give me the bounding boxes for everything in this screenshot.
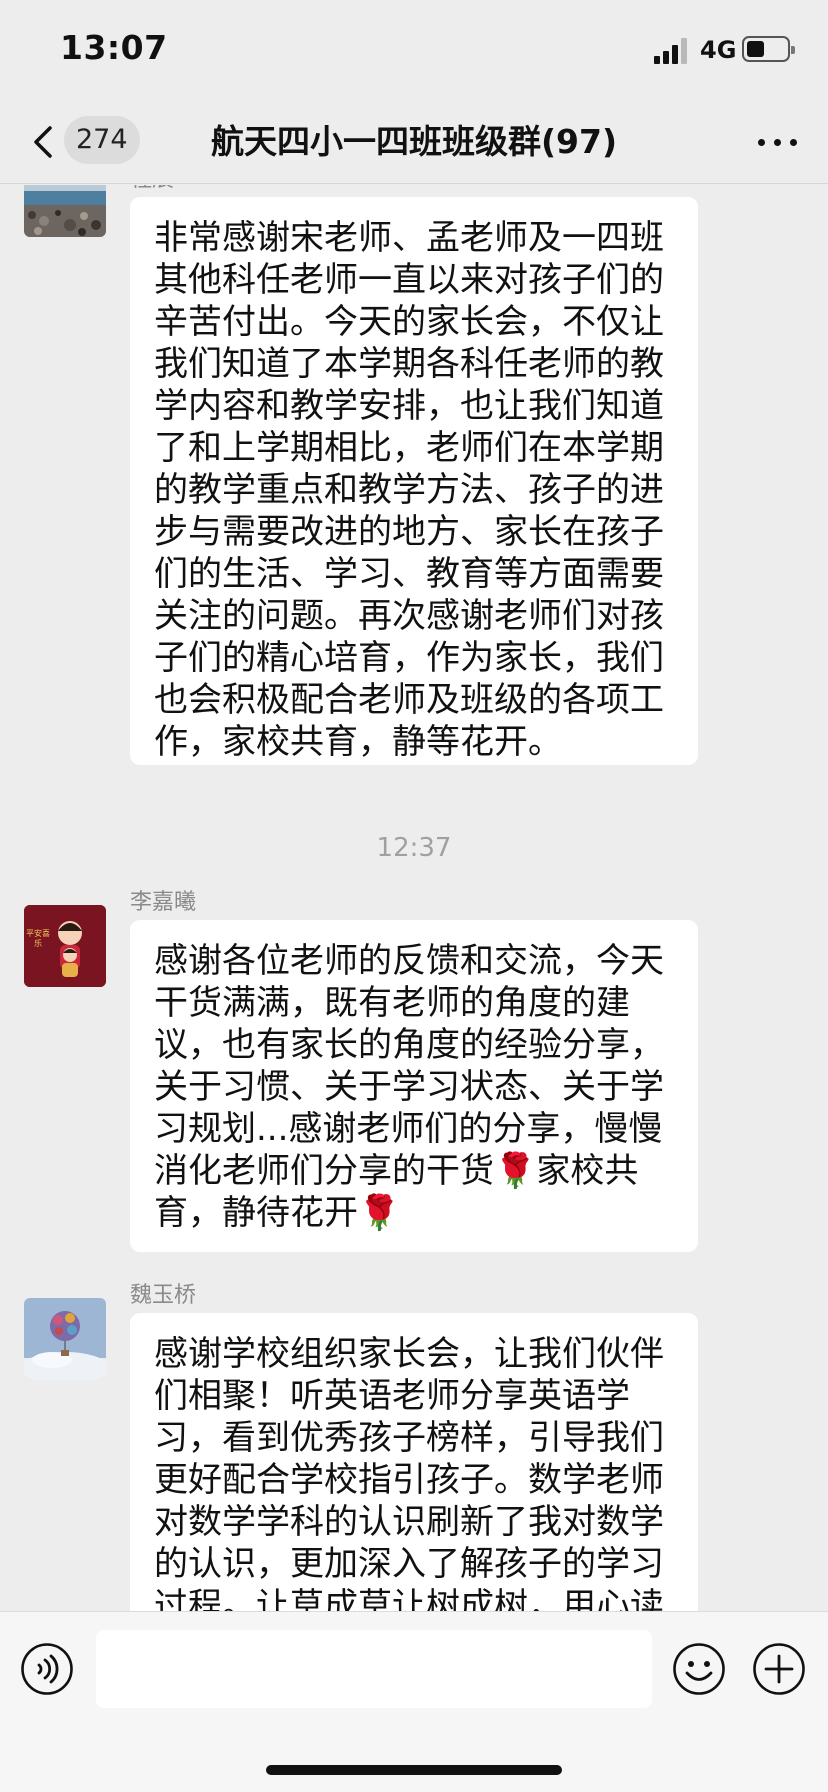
message-input[interactable]	[96, 1630, 652, 1708]
emoji-button[interactable]	[672, 1642, 726, 1696]
plus-icon	[753, 1643, 805, 1695]
voice-icon	[21, 1643, 73, 1695]
signal-icon	[654, 38, 688, 64]
status-bar: 13:07 4G	[0, 0, 828, 100]
sender-name: 李嘉曦	[130, 890, 197, 915]
input-bar	[0, 1611, 828, 1792]
message-list[interactable]: 程展 非常感谢宋老师、孟老师及一四班其他科任老师一直以来对孩子们的辛苦付出。今天…	[0, 185, 828, 1611]
message-bubble[interactable]: 感谢学校组织家长会，让我们伙伴们相聚！听英语老师分享英语学习，看到优秀孩子榜样，…	[130, 1313, 698, 1611]
chat-screen: 13:07 4G 274 航天四小一四班班级群(97) 非常感谢宋老师、孟老师及…	[0, 0, 828, 1792]
voice-button[interactable]	[20, 1642, 74, 1696]
sender-name: 魏玉桥	[130, 1283, 197, 1308]
hot-air-balloon-avatar-icon	[24, 1298, 106, 1380]
back-button[interactable]	[26, 120, 62, 164]
unread-count-badge[interactable]: 274	[64, 116, 140, 164]
more-icon	[758, 139, 765, 146]
home-indicator[interactable]	[266, 1765, 562, 1775]
nav-bar: 274 航天四小一四班班级群(97)	[0, 100, 828, 184]
status-time: 13:07	[60, 28, 168, 67]
sender-avatar[interactable]	[24, 1298, 106, 1380]
chat-title: 航天四小一四班班级群(97)	[210, 122, 618, 161]
message-text: 感谢各位老师的反馈和交流，今天干货满满，既有老师的角度的建议，也有家长的角度的经…	[154, 941, 664, 1233]
seaside-rocks-photo-icon	[24, 185, 106, 237]
sender-name: 程展	[130, 185, 174, 195]
avatar-caption: 平安喜乐	[26, 929, 50, 948]
battery-level	[747, 41, 764, 57]
sender-avatar[interactable]: 平安喜乐	[24, 905, 106, 987]
smiley-icon	[673, 1643, 725, 1695]
message-text: 感谢学校组织家长会，让我们伙伴们相聚！听英语老师分享英语学习，看到优秀孩子榜样，…	[154, 1334, 664, 1611]
message-timestamp: 12:37	[376, 833, 452, 863]
more-options-button[interactable]	[756, 130, 800, 154]
battery-icon	[742, 36, 795, 62]
more-functions-button[interactable]	[752, 1642, 806, 1696]
sender-avatar[interactable]	[24, 185, 106, 237]
message-bubble[interactable]: 感谢各位老师的反馈和交流，今天干货满满，既有老师的角度的建议，也有家长的角度的经…	[130, 920, 698, 1252]
network-label: 4G	[700, 36, 737, 64]
message-bubble[interactable]: 非常感谢宋老师、孟老师及一四班其他科任老师一直以来对孩子们的辛苦付出。今天的家长…	[130, 197, 698, 765]
message-text: 非常感谢宋老师、孟老师及一四班其他科任老师一直以来对孩子们的辛苦付出。今天的家长…	[154, 218, 664, 762]
chevron-left-icon	[34, 126, 52, 158]
